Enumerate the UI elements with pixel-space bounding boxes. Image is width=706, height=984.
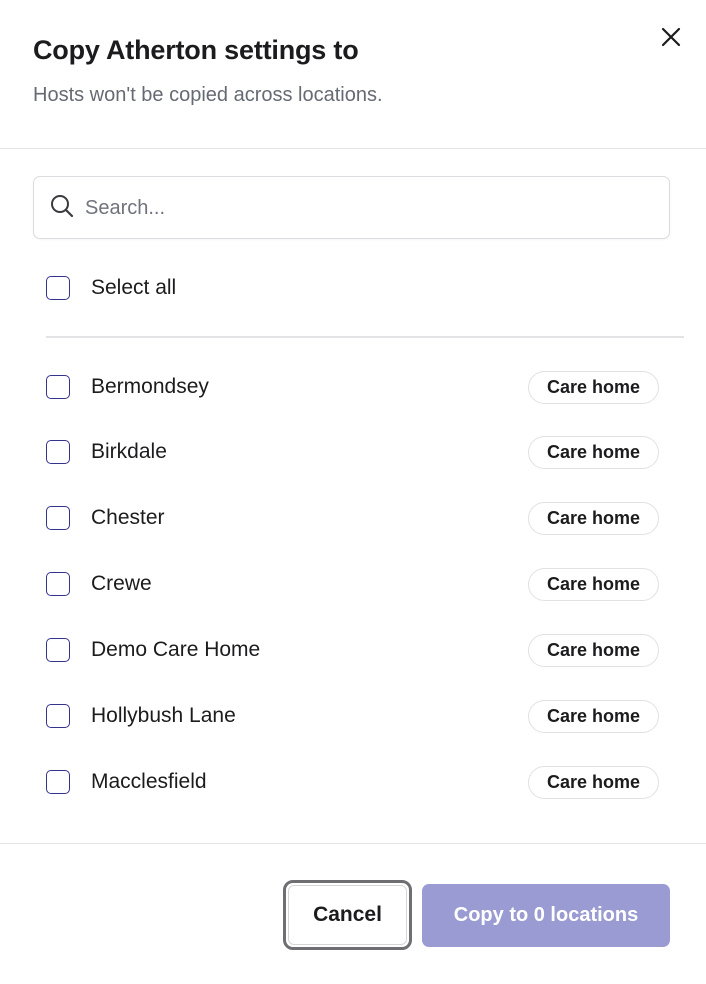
location-row[interactable]: Chester Care home [0,486,706,552]
location-name: Hollybush Lane [91,704,236,727]
location-checkbox[interactable] [46,572,70,596]
location-type-badge: Care home [528,700,659,733]
search-icon [51,195,74,218]
location-type-badge: Care home [528,436,659,469]
location-row[interactable]: Hollybush Lane Care home [0,684,706,750]
location-type-badge: Care home [528,766,659,799]
search-box [33,176,670,239]
location-checkbox[interactable] [46,638,70,662]
location-type-badge: Care home [528,371,659,404]
copy-to-locations-button[interactable]: Copy to 0 locations [422,884,670,947]
location-name: Chester [91,506,165,529]
location-checkbox[interactable] [46,440,70,464]
dialog-footer: Cancel Copy to 0 locations [0,843,706,984]
location-checkbox[interactable] [46,506,70,530]
location-row[interactable]: Crewe Care home [0,552,706,618]
location-row[interactable]: Macclesfield Care home [0,750,706,816]
location-row[interactable]: Demo Care Home Care home [0,618,706,684]
location-name: Macclesfield [91,770,207,793]
select-all-checkbox[interactable] [46,276,70,300]
location-type-badge: Care home [528,568,659,601]
select-all-row[interactable]: Select all [33,268,683,308]
dialog-subtitle: Hosts won't be copied across locations. [33,84,383,106]
dialog-title: Copy Atherton settings to [33,35,359,65]
location-type-badge: Care home [528,502,659,535]
location-name: Bermondsey [91,375,209,398]
select-all-label: Select all [91,276,177,299]
close-button[interactable] [656,22,686,52]
copy-button-label: Copy to 0 locations [453,904,639,926]
location-type-badge: Care home [528,634,659,667]
cancel-button-label: Cancel [313,903,382,926]
location-row[interactable]: Bermondsey Care home [0,354,706,420]
copy-settings-dialog: Copy Atherton settings to Hosts won't be… [0,0,706,984]
location-checkbox[interactable] [46,770,70,794]
location-name: Crewe [91,572,152,595]
location-name: Birkdale [91,440,167,463]
location-checkbox[interactable] [46,704,70,728]
dialog-header: Copy Atherton settings to Hosts won't be… [0,0,706,149]
search-input[interactable] [85,187,655,229]
divider [46,336,684,338]
location-checkbox[interactable] [46,375,70,399]
close-icon [661,27,681,47]
cancel-button[interactable]: Cancel [283,880,412,950]
location-row[interactable]: Birkdale Care home [0,420,706,486]
location-name: Demo Care Home [91,638,261,661]
